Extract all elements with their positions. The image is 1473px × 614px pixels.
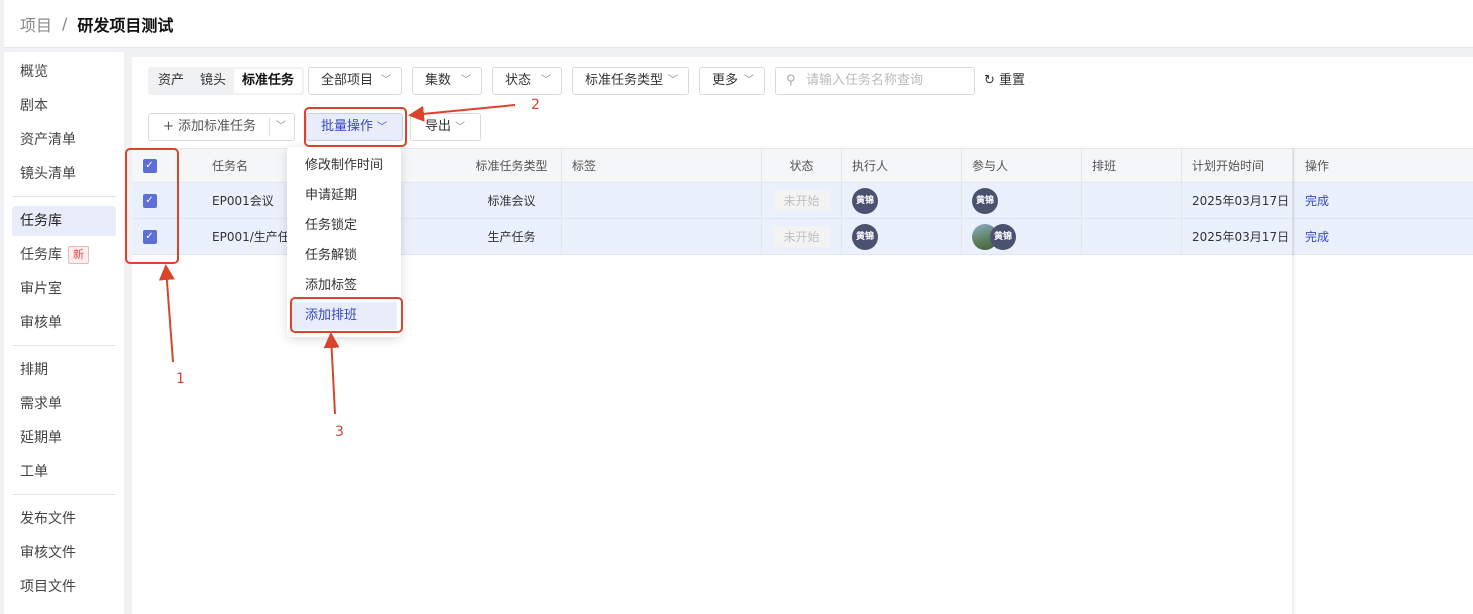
arrow-3 (323, 332, 340, 415)
arrow-1 (158, 264, 175, 363)
annotation-label-3: 3 (335, 424, 344, 440)
annotation-label-2: 2 (531, 97, 540, 113)
annotation-label-1: 1 (176, 371, 185, 387)
arrow-2 (408, 104, 516, 122)
annotation-arrows (158, 104, 516, 415)
